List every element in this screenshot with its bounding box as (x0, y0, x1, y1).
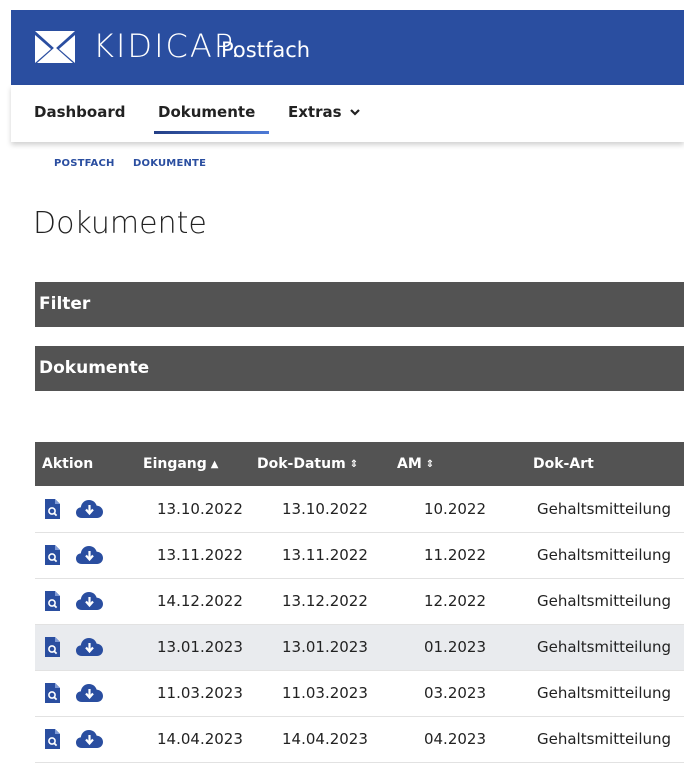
nav-dokumente[interactable]: Dokumente (153, 103, 270, 134)
sort-icon: ⇕ (349, 459, 359, 470)
dok-art-cell: Gehaltsmitteilung (532, 716, 684, 763)
table-row: 14.12.2022 13.12.2022 12.2022 Gehaltsmittei… (35, 578, 684, 625)
dok-datum-cell: 13.10.2022 (257, 486, 393, 533)
cloud-download-icon[interactable] (76, 591, 103, 611)
dok-art-cell: Gehaltsmitteilung (532, 532, 684, 579)
table-header-row: Aktion Eingang ▲ Dok-Datum ⇕ AM ⇕ Dok-Art (35, 442, 684, 486)
documents-table: Aktion Eingang ▲ Dok-Datum ⇕ AM ⇕ Dok-Art 1… (35, 442, 684, 763)
dok-art-cell: Gehaltsmitteilung (532, 670, 684, 717)
table-row: 14.04.2023 14.04.2023 04.2023 Gehaltsmittei… (35, 716, 684, 763)
eingang-cell: 14.12.2022 (143, 578, 257, 625)
page-title: Dokumente (33, 206, 207, 241)
eingang-cell: 13.10.2022 (143, 486, 257, 533)
eingang-cell: 14.04.2023 (143, 716, 257, 763)
action-cell (35, 578, 143, 625)
column-label-dok-art: Dok-Art (533, 456, 594, 472)
table-row: 13.10.2022 13.10.2022 10.2022 Gehaltsmittei… (35, 486, 684, 533)
am-cell: 04.2023 (393, 716, 532, 763)
document-search-icon[interactable] (45, 683, 60, 703)
dok-datum-cell: 11.03.2023 (257, 670, 393, 717)
cloud-download-icon[interactable] (76, 545, 103, 565)
dok-datum-cell: 13.11.2022 (257, 532, 393, 579)
table-row: 13.11.2022 13.11.2022 11.2022 Gehaltsmittei… (35, 532, 684, 579)
table-row: 13.01.2023 13.01.2023 01.2023 Gehaltsmittei… (35, 624, 684, 671)
breadcrumb-dokumente[interactable]: DOKUMENTE (133, 158, 206, 169)
column-label-eingang: Eingang (143, 456, 207, 472)
nav-extras-label: Extras (288, 103, 342, 121)
dok-datum-cell: 14.04.2023 (257, 716, 393, 763)
brand-subtitle: Postfach (221, 38, 311, 62)
am-cell: 12.2022 (393, 578, 532, 625)
action-cell (35, 716, 143, 763)
nav-extras[interactable]: Extras (288, 103, 360, 121)
filter-panel-label: Filter (39, 294, 91, 314)
am-cell: 11.2022 (393, 532, 532, 579)
cloud-download-icon[interactable] (76, 637, 103, 657)
am-cell: 03.2023 (393, 670, 532, 717)
breadcrumb-postfach[interactable]: POSTFACH (54, 158, 115, 169)
am-cell: 01.2023 (393, 624, 532, 671)
cloud-download-icon[interactable] (76, 683, 103, 703)
action-cell (35, 532, 143, 579)
filter-panel-header[interactable]: Filter (35, 282, 684, 327)
envelope-logo-icon (35, 31, 75, 63)
app-header: KIDICAP. Postfach (11, 10, 684, 85)
column-header-dok-art: Dok-Art (532, 442, 684, 486)
documents-panel-header[interactable]: Dokumente (35, 346, 684, 391)
eingang-cell: 13.01.2023 (143, 624, 257, 671)
column-header-am[interactable]: AM ⇕ (393, 442, 532, 486)
chevron-down-icon (350, 109, 360, 116)
main-navigation: Dashboard Dokumente Extras (11, 85, 684, 142)
nav-dokumente-label: Dokumente (158, 103, 256, 121)
sort-icon: ⇕ (425, 459, 435, 470)
brand-name: KIDICAP. (93, 27, 243, 65)
dok-art-cell: Gehaltsmitteilung (532, 486, 684, 533)
document-search-icon[interactable] (45, 498, 60, 519)
documents-panel-label: Dokumente (39, 358, 150, 378)
nav-dashboard-label: Dashboard (34, 103, 126, 121)
dok-art-cell: Gehaltsmitteilung (532, 624, 684, 671)
cloud-download-icon[interactable] (76, 499, 103, 519)
am-cell: 10.2022 (393, 486, 532, 533)
column-header-eingang[interactable]: Eingang ▲ (143, 442, 257, 486)
cloud-download-icon[interactable] (76, 729, 103, 749)
dok-datum-cell: 13.01.2023 (257, 624, 393, 671)
column-header-dok-datum[interactable]: Dok-Datum ⇕ (257, 442, 393, 486)
column-label-am: AM (397, 456, 422, 472)
column-header-aktion: Aktion (35, 442, 143, 486)
document-search-icon[interactable] (45, 729, 60, 749)
document-search-icon[interactable] (45, 637, 60, 657)
sort-ascending-icon: ▲ (210, 459, 219, 470)
column-label-aktion: Aktion (42, 456, 94, 472)
dok-datum-cell: 13.12.2022 (257, 578, 393, 625)
eingang-cell: 13.11.2022 (143, 532, 257, 579)
action-cell (35, 624, 143, 671)
dok-art-cell: Gehaltsmitteilung (532, 578, 684, 625)
eingang-cell: 11.03.2023 (143, 670, 257, 717)
nav-dashboard[interactable]: Dashboard (34, 103, 125, 121)
document-search-icon[interactable] (45, 545, 60, 565)
action-cell (35, 486, 143, 533)
table-row: 11.03.2023 11.03.2023 03.2023 Gehaltsmittei… (35, 670, 684, 717)
action-cell (35, 670, 143, 717)
column-label-dok-datum: Dok-Datum (257, 456, 346, 472)
document-search-icon[interactable] (45, 591, 60, 611)
